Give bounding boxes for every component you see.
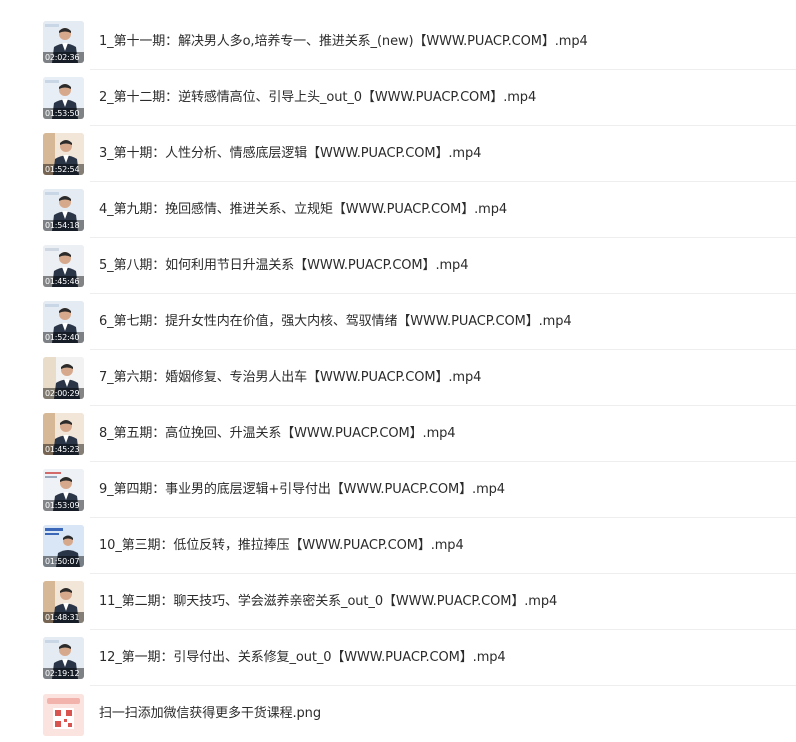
file-name: 9_第四期：事业男的底层逻辑+引导付出【WWW.PUACP.COM】.mp4 (99, 482, 505, 497)
file-row[interactable]: 01:45:46 5_第八期：如何利用节日升温关系【WWW.PUACP.COM】… (0, 238, 796, 294)
video-duration: 01:53:09 (43, 500, 84, 511)
video-duration: 01:45:46 (43, 276, 84, 287)
file-name: 3_第十期：人性分析、情感底层逻辑【WWW.PUACP.COM】.mp4 (99, 146, 482, 161)
file-name: 12_第一期：引导付出、关系修复_out_0【WWW.PUACP.COM】.mp… (99, 650, 506, 665)
video-thumbnail: 02:19:12 (43, 637, 84, 679)
file-name: 6_第七期：提升女性内在价值，强大内核、驾驭情绪【WWW.PUACP.COM】.… (99, 314, 572, 329)
file-row[interactable]: 01:53:50 2_第十二期：逆转感情高位、引导上头_out_0【WWW.PU… (0, 70, 796, 126)
file-name: 10_第三期：低位反转，推拉捧压【WWW.PUACP.COM】.mp4 (99, 538, 464, 553)
file-row[interactable]: 02:02:36 1_第十一期：解决男人多o,培养专一、推进关系_(new)【W… (0, 14, 796, 70)
video-thumbnail: 01:45:23 (43, 413, 84, 455)
video-thumbnail: 01:53:09 (43, 469, 84, 511)
file-name: 2_第十二期：逆转感情高位、引导上头_out_0【WWW.PUACP.COM】.… (99, 90, 537, 105)
video-duration: 02:19:12 (43, 668, 84, 679)
file-row[interactable]: 01:50:07 10_第三期：低位反转，推拉捧压【WWW.PUACP.COM】… (0, 518, 796, 574)
video-duration: 01:48:31 (43, 612, 84, 623)
file-row[interactable]: 01:54:18 4_第九期：挽回感情、推进关系、立规矩【WWW.PUACP.C… (0, 182, 796, 238)
file-name: 1_第十一期：解决男人多o,培养专一、推进关系_(new)【WWW.PUACP.… (99, 34, 588, 49)
file-name: 4_第九期：挽回感情、推进关系、立规矩【WWW.PUACP.COM】.mp4 (99, 202, 508, 217)
video-thumbnail: 02:02:36 (43, 21, 84, 63)
video-thumbnail: 01:52:54 (43, 133, 84, 175)
video-duration: 01:52:40 (43, 332, 84, 343)
video-duration: 02:02:36 (43, 52, 84, 63)
video-thumbnail: 01:54:18 (43, 189, 84, 231)
video-thumbnail: 02:00:29 (43, 357, 84, 399)
video-duration: 01:52:54 (43, 164, 84, 175)
file-row[interactable]: 01:53:09 9_第四期：事业男的底层逻辑+引导付出【WWW.PUACP.C… (0, 462, 796, 518)
file-name: 5_第八期：如何利用节日升温关系【WWW.PUACP.COM】.mp4 (99, 258, 469, 273)
video-duration: 01:45:23 (43, 444, 84, 455)
file-name: 扫一扫添加微信获得更多干货课程.png (99, 706, 321, 721)
file-row[interactable]: 02:00:29 7_第六期：婚姻修复、专治男人出车【WWW.PUACP.COM… (0, 350, 796, 406)
video-thumbnail: 01:48:31 (43, 581, 84, 623)
video-duration: 01:54:18 (43, 220, 84, 231)
video-duration: 02:00:29 (43, 388, 84, 399)
file-row[interactable]: 扫一扫添加微信获得更多干货课程.png (0, 686, 796, 742)
file-row[interactable]: 01:45:23 8_第五期：高位挽回、升温关系【WWW.PUACP.COM】.… (0, 406, 796, 462)
video-duration: 01:53:50 (43, 108, 84, 119)
video-thumbnail: 01:45:46 (43, 245, 84, 287)
file-row[interactable]: 02:19:12 12_第一期：引导付出、关系修复_out_0【WWW.PUAC… (0, 630, 796, 686)
video-thumbnail: 01:50:07 (43, 525, 84, 567)
file-list: 02:02:36 1_第十一期：解决男人多o,培养专一、推进关系_(new)【W… (0, 0, 796, 736)
file-name: 7_第六期：婚姻修复、专治男人出车【WWW.PUACP.COM】.mp4 (99, 370, 482, 385)
video-thumbnail: 01:53:50 (43, 77, 84, 119)
file-row[interactable]: 01:48:31 11_第二期：聊天技巧、学会滋养亲密关系_out_0【WWW.… (0, 574, 796, 630)
video-duration: 01:50:07 (43, 556, 84, 567)
file-name: 11_第二期：聊天技巧、学会滋养亲密关系_out_0【WWW.PUACP.COM… (99, 594, 558, 609)
file-row[interactable]: 01:52:40 6_第七期：提升女性内在价值，强大内核、驾驭情绪【WWW.PU… (0, 294, 796, 350)
qr-promo-image-icon (43, 694, 84, 736)
image-thumbnail (43, 694, 84, 736)
file-name: 8_第五期：高位挽回、升温关系【WWW.PUACP.COM】.mp4 (99, 426, 456, 441)
video-thumbnail: 01:52:40 (43, 301, 84, 343)
file-row[interactable]: 01:52:54 3_第十期：人性分析、情感底层逻辑【WWW.PUACP.COM… (0, 126, 796, 182)
